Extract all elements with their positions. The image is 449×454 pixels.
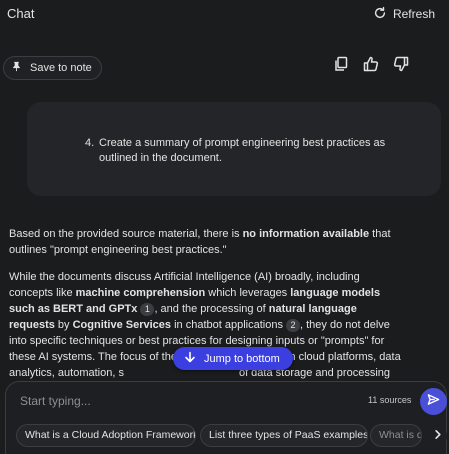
- answer-bold-text: machine comprehension: [75, 287, 206, 299]
- answer-paragraph-2: While the documents discuss Artificial I…: [9, 269, 401, 397]
- refresh-label: Refresh: [392, 7, 435, 21]
- send-button[interactable]: [420, 388, 447, 415]
- list-number: 4.: [85, 137, 95, 149]
- user-message-list: 4. Create a summary of prompt engineerin…: [85, 136, 415, 166]
- answer-bold-text: Cognitive Services: [72, 319, 172, 331]
- chevron-right-icon: [432, 427, 443, 445]
- copy-button[interactable]: [333, 56, 349, 77]
- answer-text: , and the processing of: [154, 303, 269, 315]
- thumbs-up-icon: [363, 56, 379, 77]
- message-actions: [333, 56, 409, 77]
- answer-text: in chatbot applications: [171, 319, 286, 331]
- pin-icon: [11, 61, 22, 75]
- suggestions-next-button[interactable]: [427, 426, 447, 446]
- chat-composer: 11 sources What is a Cloud Adoption Fram…: [5, 381, 447, 454]
- suggestion-chip[interactable]: What is a Cloud Adoption Framework?: [16, 424, 196, 447]
- user-message-item: 4. Create a summary of prompt engineerin…: [85, 136, 415, 166]
- answer-text: by: [54, 319, 73, 331]
- citation-chip[interactable]: 2: [286, 319, 300, 332]
- page-title: Chat: [7, 6, 35, 21]
- answer-text: which leverages: [205, 287, 291, 299]
- save-to-note-button[interactable]: Save to note: [3, 56, 102, 80]
- user-message-text: Create a summary of prompt engineering b…: [99, 137, 386, 164]
- suggestion-chip[interactable]: What is data: [370, 424, 422, 447]
- thumbs-up-button[interactable]: [363, 56, 379, 77]
- arrow-down-icon: [184, 351, 196, 366]
- chat-input[interactable]: [20, 391, 320, 411]
- save-to-note-label: Save to note: [30, 62, 92, 74]
- answer-paragraph-1: Based on the provided source material, t…: [9, 226, 401, 258]
- user-message-bubble: 4. Create a summary of prompt engineerin…: [27, 102, 441, 196]
- answer-bold-text: no information available: [242, 228, 370, 240]
- thumbs-down-icon: [393, 56, 409, 77]
- suggestion-chip[interactable]: List three types of PaaS examples.: [200, 424, 368, 447]
- copy-icon: [333, 56, 349, 77]
- citation-chip[interactable]: 1: [140, 303, 155, 316]
- refresh-button[interactable]: Refresh: [365, 3, 443, 25]
- jump-to-bottom-button[interactable]: Jump to bottom: [173, 347, 293, 370]
- chat-header: Chat Refresh: [0, 0, 449, 28]
- refresh-icon: [373, 6, 387, 23]
- jump-to-bottom-label: Jump to bottom: [204, 352, 280, 365]
- answer-text: Based on the provided source material, t…: [9, 228, 243, 240]
- send-icon: [427, 393, 440, 411]
- sources-count[interactable]: 11 sources: [368, 395, 411, 405]
- thumbs-down-button[interactable]: [393, 56, 409, 77]
